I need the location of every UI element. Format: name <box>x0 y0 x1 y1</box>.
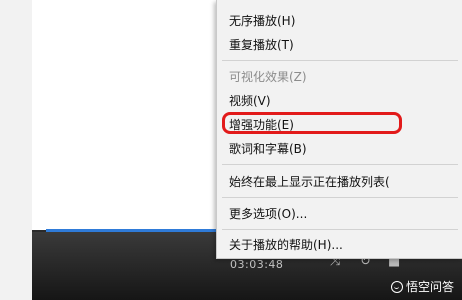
screenshot: A 砸 E 03:03:48 ⤨ ↻ ■ 悟空问答 无序播放(H) 重复播放(T… <box>0 0 462 300</box>
menu-separator <box>222 197 458 198</box>
menu-item-always-on-top[interactable]: 始终在最上显示正在播放列表( <box>229 175 390 189</box>
menu-item-repeat[interactable]: 重复播放(T) <box>229 38 294 52</box>
highlight-annotation <box>222 112 402 134</box>
watermark-text: 悟空问答 <box>405 280 454 294</box>
menu-separator <box>222 164 458 165</box>
menu-item-video[interactable]: 视频(V) <box>229 94 271 108</box>
watermark: 悟空问答 <box>390 278 454 295</box>
menu-item-visualizations: 可视化效果(Z) <box>229 70 307 84</box>
menu-separator <box>222 60 458 61</box>
context-menu: 无序播放(H) 重复播放(T) 可视化效果(Z) 视频(V) 增强功能(E) 歌… <box>216 0 462 259</box>
playback-time: 03:03:48 <box>230 258 284 271</box>
wukong-logo-icon <box>390 280 403 293</box>
menu-item-shuffle[interactable]: 无序播放(H) <box>229 14 295 28</box>
menu-separator <box>222 229 458 230</box>
menu-item-more-options[interactable]: 更多选项(O)... <box>229 207 307 221</box>
menu-item-lyrics-subtitles[interactable]: 歌词和字幕(B) <box>229 142 307 156</box>
menu-item-help[interactable]: 关于播放的帮助(H)... <box>229 238 343 252</box>
